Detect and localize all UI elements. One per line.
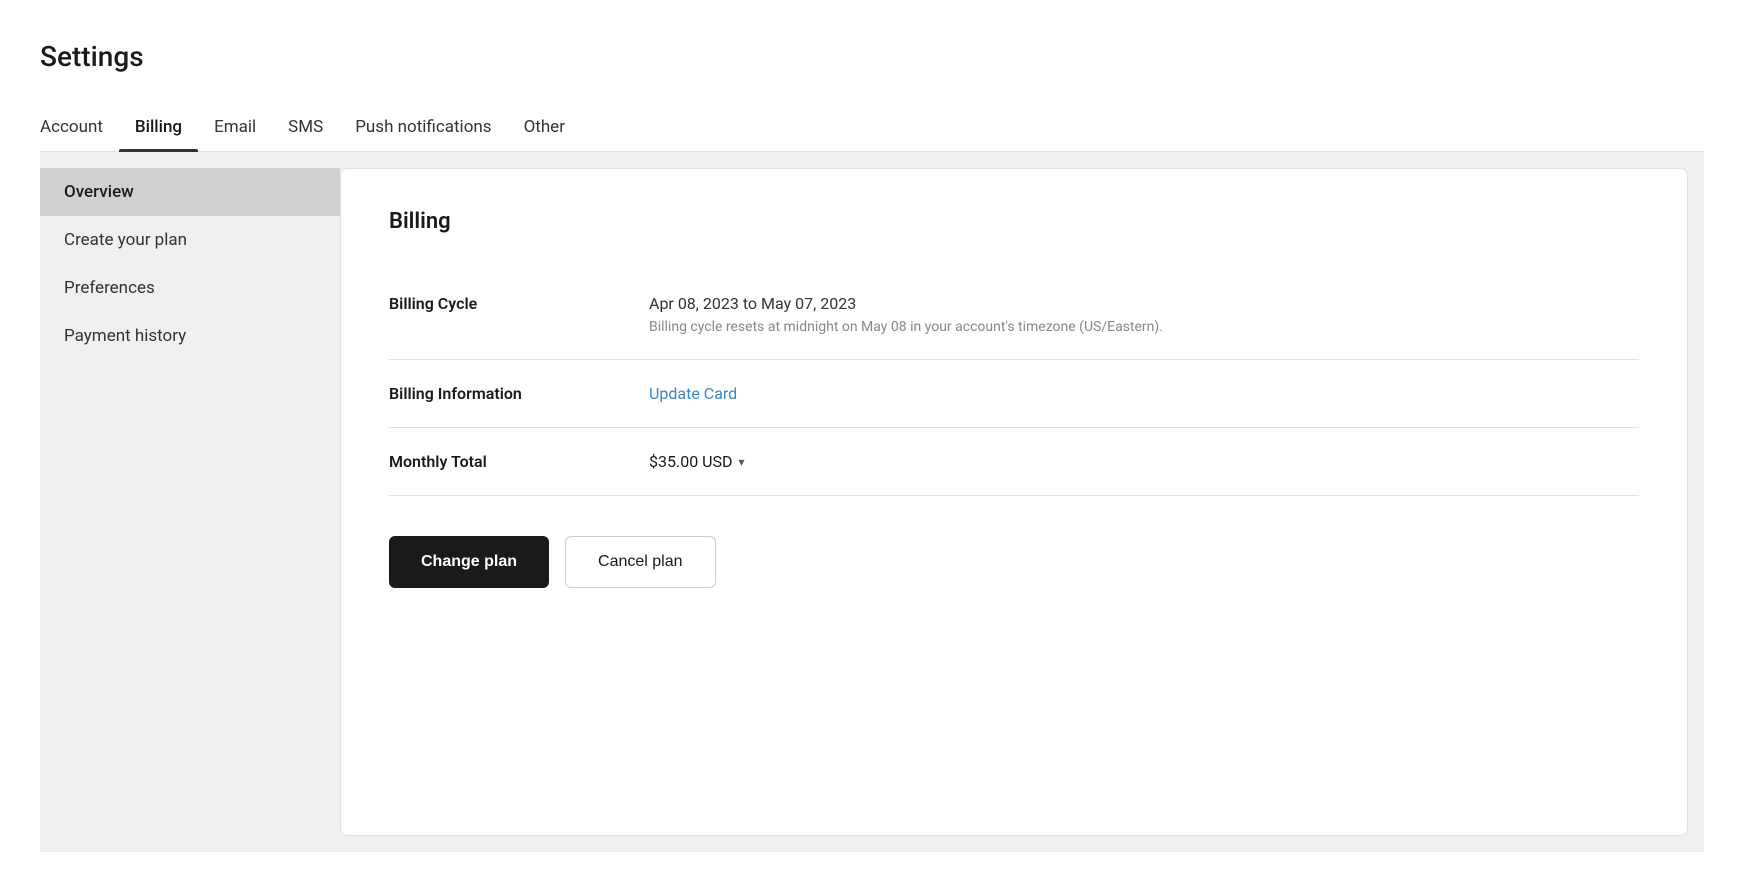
billing-information-label: Billing Information [389,384,649,403]
tab-account[interactable]: Account [40,105,119,151]
billing-cycle-date-range: Apr 08, 2023 to May 07, 2023 [649,294,1639,313]
action-buttons: Change plan Cancel plan [389,528,1639,588]
main-content: Overview Create your plan Preferences Pa… [40,152,1704,852]
sidebar-item-create-your-plan[interactable]: Create your plan [40,216,340,264]
billing-content-panel: Billing Billing Cycle Apr 08, 2023 to Ma… [340,168,1688,836]
sidebar-item-preferences[interactable]: Preferences [40,264,340,312]
monthly-total-amount: $35.00 USD [649,452,733,471]
monthly-total-value-container: $35.00 USD ▾ [649,452,1639,471]
monthly-total-dropdown[interactable]: $35.00 USD ▾ [649,452,1639,471]
sidebar-item-payment-history[interactable]: Payment history [40,312,340,360]
monthly-total-label: Monthly Total [389,452,649,471]
page-title: Settings [40,40,1704,73]
monthly-total-row: Monthly Total $35.00 USD ▾ [389,428,1639,496]
tab-other[interactable]: Other [508,105,581,151]
change-plan-button[interactable]: Change plan [389,536,549,588]
billing-section-title: Billing [389,209,1639,234]
chevron-down-icon: ▾ [739,455,745,469]
billing-cycle-value: Apr 08, 2023 to May 07, 2023 Billing cyc… [649,294,1639,335]
sidebar: Overview Create your plan Preferences Pa… [40,152,340,852]
top-nav: Account Billing Email SMS Push notificat… [40,105,1704,152]
tab-push-notifications[interactable]: Push notifications [339,105,507,151]
tab-sms[interactable]: SMS [272,105,339,151]
tab-email[interactable]: Email [198,105,272,151]
billing-cycle-label: Billing Cycle [389,294,649,313]
billing-cycle-row: Billing Cycle Apr 08, 2023 to May 07, 20… [389,270,1639,360]
billing-information-value: Update Card [649,384,1639,403]
billing-information-row: Billing Information Update Card [389,360,1639,428]
cancel-plan-button[interactable]: Cancel plan [565,536,716,588]
sidebar-item-overview[interactable]: Overview [40,168,340,216]
billing-cycle-reset-note: Billing cycle resets at midnight on May … [649,319,1639,335]
update-card-link[interactable]: Update Card [649,384,737,403]
tab-billing[interactable]: Billing [119,105,198,151]
